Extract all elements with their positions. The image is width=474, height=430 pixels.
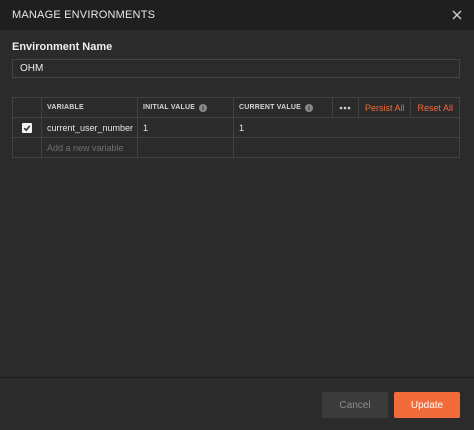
- reset-all-link[interactable]: Reset All: [410, 98, 459, 118]
- new-variable-placeholder: Add a new variable: [47, 143, 124, 153]
- table-row: current_user_number 1 1: [13, 118, 459, 138]
- header-variable: VARIABLE: [41, 98, 137, 117]
- row-initial-value-cell[interactable]: 1: [137, 118, 233, 137]
- row-current-value: 1: [239, 122, 245, 133]
- info-icon[interactable]: [199, 103, 208, 112]
- new-variable-row: Add a new variable: [13, 138, 459, 158]
- info-icon[interactable]: [304, 103, 313, 112]
- modal-title: MANAGE ENVIRONMENTS: [12, 9, 156, 21]
- footer-divider: [0, 377, 474, 378]
- new-variable-cell[interactable]: Add a new variable: [41, 138, 137, 158]
- update-button[interactable]: Update: [394, 392, 460, 418]
- row-initial-value: 1: [143, 122, 149, 133]
- row-variable-cell[interactable]: current_user_number: [41, 118, 137, 137]
- header-initial-value: INITIAL VALUE: [137, 98, 233, 117]
- variables-table: VARIABLE INITIAL VALUE CURRENT VALUE Per…: [12, 97, 460, 158]
- more-horizontal-icon[interactable]: [331, 98, 358, 118]
- new-initial-value-cell[interactable]: [137, 138, 233, 158]
- environment-name-label: Environment Name: [12, 41, 113, 53]
- table-header-row: VARIABLE INITIAL VALUE CURRENT VALUE Per…: [13, 98, 459, 118]
- new-row-checkbox-cell: [13, 138, 41, 158]
- checkmark-icon: [23, 124, 31, 131]
- row-checkbox-cell: [13, 118, 41, 137]
- manage-environments-modal: MANAGE ENVIRONMENTS Environment Name VAR…: [0, 0, 474, 430]
- close-icon[interactable]: [450, 8, 464, 22]
- row-variable-value: current_user_number: [47, 122, 134, 133]
- persist-all-link[interactable]: Persist All: [357, 98, 411, 118]
- row-current-value-cell[interactable]: 1: [233, 118, 459, 137]
- new-current-value-cell[interactable]: [233, 138, 459, 158]
- row-enabled-checkbox[interactable]: [22, 122, 32, 133]
- modal-header: MANAGE ENVIRONMENTS: [0, 0, 474, 30]
- header-actions: Persist All Reset All: [331, 98, 459, 118]
- environment-name-input[interactable]: [12, 59, 460, 78]
- cancel-button[interactable]: Cancel: [322, 392, 388, 418]
- header-checkbox-cell: [13, 98, 41, 117]
- header-initial-value-label: INITIAL VALUE: [143, 104, 196, 111]
- header-variable-label: VARIABLE: [47, 104, 84, 111]
- header-current-value-label: CURRENT VALUE: [239, 104, 301, 111]
